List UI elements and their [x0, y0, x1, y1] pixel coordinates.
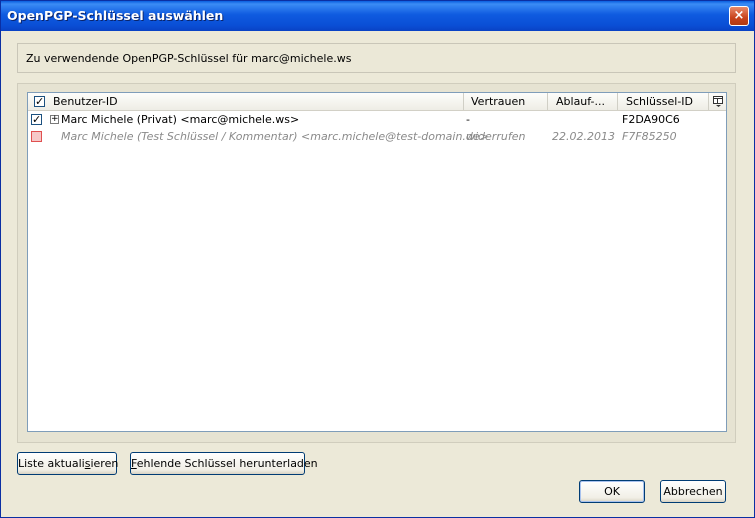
- ok-label: OK: [604, 485, 620, 498]
- row-key-id: F2DA90C6: [622, 113, 680, 126]
- header-text: Zu verwendende OpenPGP-Schlüssel für mar…: [26, 52, 352, 65]
- cancel-button[interactable]: Abbrechen: [660, 480, 726, 503]
- download-missing-keys-button[interactable]: Fehlende Schlüssel herunterladen: [130, 452, 318, 475]
- key-row[interactable]: ✓ + Marc Michele (Privat) <marc@michele.…: [28, 111, 726, 128]
- dialog-window: OpenPGP-Schlüssel auswählen × Zu verwend…: [0, 0, 755, 518]
- column-expiry[interactable]: Ablauf-...: [547, 93, 617, 110]
- column-key-id[interactable]: Schlüssel-ID: [617, 93, 708, 110]
- row-user-id: Marc Michele (Test Schlüssel / Kommentar…: [61, 130, 489, 143]
- refresh-label-end: ieren: [90, 457, 119, 470]
- key-tree[interactable]: ✓ Benutzer-ID Vertrauen Ablauf-... Schlü…: [27, 92, 727, 432]
- column-picker[interactable]: [708, 93, 726, 110]
- column-header: ✓ Benutzer-ID Vertrauen Ablauf-... Schlü…: [28, 93, 726, 111]
- header-box: Zu verwendende OpenPGP-Schlüssel für mar…: [17, 43, 736, 73]
- select-all-checkbox[interactable]: ✓: [34, 96, 45, 107]
- row-user-id: Marc Michele (Privat) <marc@michele.ws>: [61, 113, 300, 126]
- cancel-label: Abbrechen: [663, 485, 723, 498]
- title-bar[interactable]: OpenPGP-Schlüssel auswählen ×: [1, 1, 754, 31]
- key-list-groupbox: ✓ Benutzer-ID Vertrauen Ablauf-... Schlü…: [17, 83, 736, 443]
- column-trust-label: Vertrauen: [471, 95, 526, 108]
- expand-toggle[interactable]: +: [50, 115, 59, 124]
- column-user-id-label: Benutzer-ID: [53, 95, 118, 108]
- column-trust[interactable]: Vertrauen: [463, 93, 547, 110]
- row-trust: widerrufen: [466, 130, 526, 143]
- column-picker-icon: [713, 96, 723, 107]
- dialog-body: Zu verwendende OpenPGP-Schlüssel für mar…: [4, 31, 751, 515]
- refresh-list-button[interactable]: Liste aktualisieren: [17, 452, 119, 475]
- column-key-id-label: Schlüssel-ID: [626, 95, 693, 108]
- row-checkbox[interactable]: [31, 131, 42, 142]
- refresh-label-start: Liste aktuali: [18, 457, 85, 470]
- key-row[interactable]: Marc Michele (Test Schlüssel / Kommentar…: [28, 128, 726, 145]
- column-user-id[interactable]: ✓ Benutzer-ID: [28, 93, 463, 110]
- row-checkbox[interactable]: ✓: [31, 114, 42, 125]
- close-button[interactable]: ×: [729, 6, 749, 26]
- row-trust: -: [466, 113, 470, 126]
- row-key-id: F7F85250: [622, 130, 677, 143]
- column-expiry-label: Ablauf-...: [556, 95, 606, 108]
- window-title: OpenPGP-Schlüssel auswählen: [7, 8, 224, 23]
- row-expiry: 22.02.2013: [552, 130, 615, 143]
- ok-button[interactable]: OK: [579, 480, 645, 503]
- download-label-end: ehlende Schlüssel herunterladen: [136, 457, 318, 470]
- close-icon: ×: [733, 8, 745, 23]
